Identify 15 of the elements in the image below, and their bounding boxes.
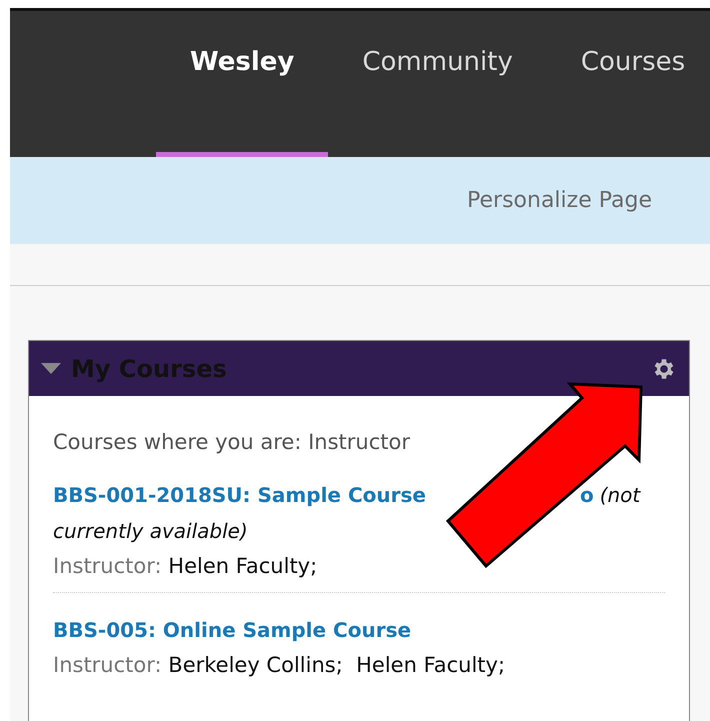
- instructor-names: Helen Faculty;: [168, 554, 318, 578]
- instructor-names: Berkeley Collins; Helen Faculty;: [168, 653, 506, 677]
- collapse-triangle-icon[interactable]: [41, 362, 61, 374]
- course-link[interactable]: BBS-001-2018SU: Sample Course: [53, 484, 426, 507]
- role-heading: Courses where you are: Instructor: [53, 430, 411, 454]
- module-title: My Courses: [71, 354, 228, 382]
- personalize-page-link[interactable]: Personalize Page: [467, 188, 652, 213]
- nav-tab[interactable]: Courses: [546, 11, 710, 157]
- availability-note: (not: [600, 484, 640, 507]
- course-link[interactable]: BBS-005: Online Sample Course: [53, 619, 412, 642]
- course-link-fragment[interactable]: o: [580, 484, 594, 507]
- availability-note: currently available): [53, 520, 248, 543]
- instructor-label: Instructor:: [53, 554, 162, 578]
- instructor-label: Instructor:: [53, 653, 162, 677]
- nav-tab[interactable]: Community: [328, 11, 547, 157]
